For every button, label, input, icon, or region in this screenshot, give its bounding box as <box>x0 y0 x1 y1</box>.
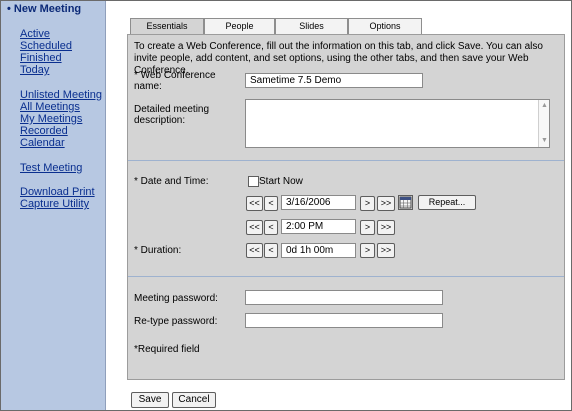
start-now-checkbox[interactable] <box>248 176 259 187</box>
section-divider <box>128 160 564 161</box>
sidebar-link-today[interactable]: Today <box>20 64 49 76</box>
meeting-description-textarea[interactable]: ▲ ▼ <box>245 99 550 148</box>
duration-prev-button[interactable]: < <box>264 243 278 258</box>
sidebar: • New Meeting Active Scheduled Finished … <box>1 1 106 410</box>
sidebar-link-test-meeting[interactable]: Test Meeting <box>20 162 82 174</box>
tab-people[interactable]: People <box>204 18 275 34</box>
sidebar-link-all-meetings[interactable]: All Meetings <box>20 101 80 113</box>
cancel-button[interactable]: Cancel <box>172 392 216 408</box>
sidebar-link-recorded[interactable]: Recorded <box>20 125 68 137</box>
save-button[interactable]: Save <box>131 392 169 408</box>
sidebar-link-unlisted-meeting[interactable]: Unlisted Meeting <box>20 89 102 101</box>
duration-next-button[interactable]: > <box>360 243 375 258</box>
date-prev-button[interactable]: < <box>264 196 278 211</box>
time-prev-button[interactable]: < <box>264 220 278 235</box>
tab-options[interactable]: Options <box>348 18 422 34</box>
section-divider <box>128 276 564 277</box>
new-meeting-heading: • New Meeting <box>7 3 82 15</box>
time-prev-prev-button[interactable]: << <box>246 220 263 235</box>
scroll-down-icon[interactable]: ▼ <box>541 137 548 145</box>
required-field-note: *Required field <box>134 344 200 355</box>
date-time-label: * Date and Time: <box>134 176 209 187</box>
meeting-password-input[interactable] <box>245 290 443 305</box>
description-scrollbar[interactable]: ▲ ▼ <box>538 100 549 147</box>
sidebar-link-my-meetings[interactable]: My Meetings <box>20 113 82 125</box>
sidebar-link-calendar[interactable]: Calendar <box>20 137 65 149</box>
time-next-next-button[interactable]: >> <box>377 220 395 235</box>
calendar-icon[interactable] <box>398 195 413 210</box>
start-now-label: Start Now <box>259 176 303 187</box>
date-input[interactable]: 3/16/2006 <box>281 195 356 210</box>
web-conference-name-label: * Web Conference name: <box>134 70 216 92</box>
tab-slides[interactable]: Slides <box>275 18 348 34</box>
essentials-panel: To create a Web Conference, fill out the… <box>127 34 565 380</box>
time-input[interactable]: 2:00 PM <box>281 219 356 234</box>
date-next-next-button[interactable]: >> <box>377 196 395 211</box>
sidebar-link-finished[interactable]: Finished <box>20 52 62 64</box>
sidebar-link-active[interactable]: Active <box>20 28 50 40</box>
duration-input[interactable]: 0d 1h 00m <box>281 243 356 258</box>
time-next-button[interactable]: > <box>360 220 375 235</box>
date-next-button[interactable]: > <box>360 196 375 211</box>
duration-next-next-button[interactable]: >> <box>377 243 395 258</box>
duration-prev-prev-button[interactable]: << <box>246 243 263 258</box>
sidebar-link-capture-utility[interactable]: Capture Utility <box>20 198 89 210</box>
meeting-description-label: Detailed meeting description: <box>134 104 210 126</box>
retype-password-label: Re-type password: <box>134 316 218 327</box>
sidebar-link-download-print[interactable]: Download Print <box>20 186 95 198</box>
repeat-button[interactable]: Repeat... <box>418 195 476 210</box>
scroll-up-icon[interactable]: ▲ <box>541 102 548 110</box>
duration-label: * Duration: <box>134 245 182 256</box>
retype-password-input[interactable] <box>245 313 443 328</box>
web-conference-name-input[interactable]: Sametime 7.5 Demo <box>245 73 423 88</box>
tab-essentials[interactable]: Essentials <box>130 18 204 35</box>
date-prev-prev-button[interactable]: << <box>246 196 263 211</box>
sidebar-link-scheduled[interactable]: Scheduled <box>20 40 72 52</box>
meeting-password-label: Meeting password: <box>134 293 218 304</box>
